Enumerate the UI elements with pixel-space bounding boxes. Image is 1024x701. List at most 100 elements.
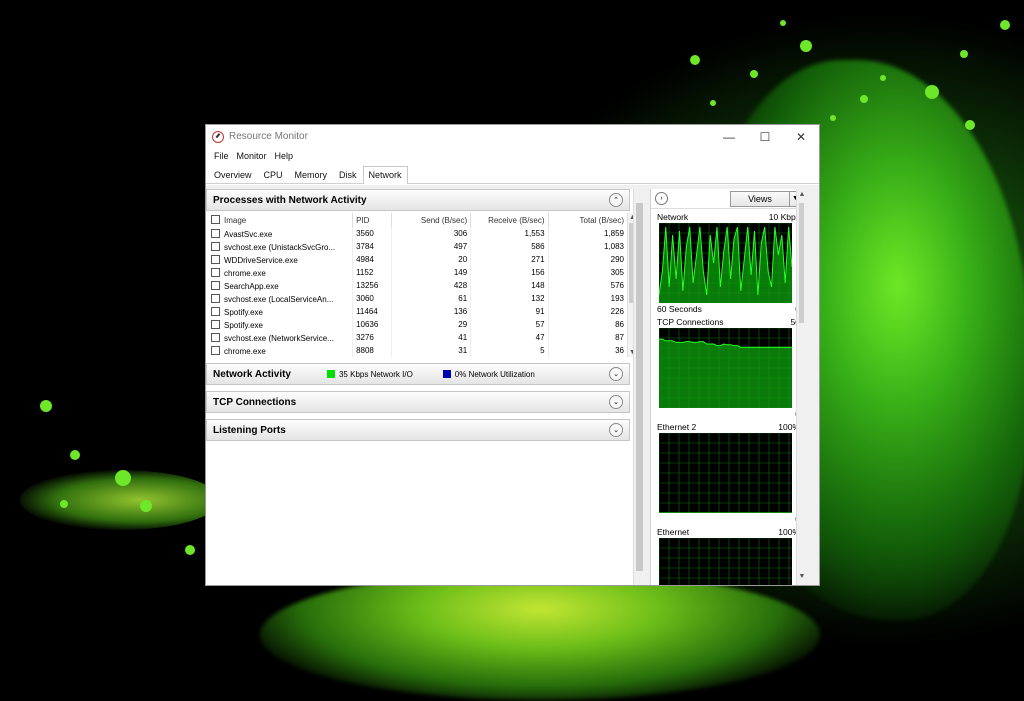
table-row[interactable]: WDDriveService.exe 4984 20 271 290 [208, 253, 629, 266]
graph-title: Network [657, 211, 689, 222]
cell-send: 497 [391, 240, 472, 253]
graph-area [659, 339, 792, 408]
network-activity-section-header[interactable]: Network Activity 35 Kbps Network I/O 0% … [206, 363, 630, 385]
cell-receive: 148 [470, 279, 549, 292]
expand-right-icon[interactable]: › [655, 192, 668, 205]
table-row[interactable]: Spotify.exe 11464 136 91 226 [208, 305, 629, 318]
column-total[interactable]: Total (B/sec) [548, 213, 629, 227]
row-checkbox[interactable] [211, 241, 220, 251]
cell-send: 29 [391, 318, 472, 331]
background-droplet [140, 500, 152, 512]
select-all-checkbox[interactable] [211, 215, 220, 224]
table-row[interactable]: svchost.exe (UnistackSvcGro... 3784 497 586… [208, 240, 629, 253]
cell-send: 41 [391, 331, 472, 344]
row-checkbox[interactable] [211, 319, 220, 329]
resource-monitor-window: Resource Monitor — ☐ ✕ File Monitor Help… [205, 124, 820, 586]
graph-title: TCP Connections [657, 316, 724, 327]
scroll-down-icon[interactable]: ▼ [797, 573, 807, 583]
column-pid[interactable]: PID [352, 213, 392, 227]
tab-cpu[interactable]: CPU [258, 166, 289, 183]
tab-overview[interactable]: Overview [208, 166, 258, 183]
section-title: Listening Ports [213, 424, 286, 436]
minimize-button[interactable]: — [711, 125, 747, 148]
menu-file[interactable]: File [210, 151, 233, 161]
table-row[interactable]: svchost.exe (NetworkService... 3276 41 47 87 [208, 331, 629, 344]
collapse-up-icon[interactable]: ⌃ [609, 193, 623, 207]
graph-title: Ethernet 2 [657, 421, 697, 432]
row-checkbox[interactable] [211, 280, 220, 290]
table-row[interactable]: SearchApp.exe 13256 428 148 576 [208, 279, 629, 292]
background-droplet [115, 470, 131, 486]
listening-ports-section-header[interactable]: Listening Ports ⌄ [206, 419, 630, 441]
row-checkbox[interactable] [211, 293, 220, 303]
cell-total: 86 [548, 318, 629, 331]
views-dropdown[interactable]: Views ▼ [730, 190, 802, 207]
row-checkbox[interactable] [211, 306, 220, 316]
title-bar[interactable]: Resource Monitor — ☐ ✕ [206, 125, 819, 148]
graphs-scrollbar[interactable]: ▲ ▼ [796, 189, 806, 585]
tcp-connections-section-header[interactable]: TCP Connections ⌄ [206, 391, 630, 413]
background-droplet [960, 50, 968, 58]
graph-time-span: 60 Seconds [657, 303, 702, 314]
background-droplet [780, 20, 786, 26]
expand-down-icon[interactable]: ⌄ [609, 395, 623, 409]
cell-pid: 10636 [352, 318, 392, 331]
background-droplet [70, 450, 80, 460]
menu-monitor[interactable]: Monitor [233, 151, 271, 161]
graph-canvas [659, 538, 792, 585]
graph-svg [659, 223, 792, 303]
cell-total: 226 [548, 305, 629, 318]
expand-down-icon[interactable]: ⌄ [609, 423, 623, 437]
table-row[interactable]: svchost.exe (LocalServiceAn... 3060 61 132 1… [208, 292, 629, 305]
processes-table: Image PID Send (B/sec) Receive (B/sec) T… [208, 213, 629, 357]
background-droplet [965, 120, 975, 130]
cell-send: 306 [391, 227, 472, 240]
graph-header: Network 10 Kbps [657, 211, 800, 222]
table-row[interactable]: AvastSvc.exe 3560 306 1,553 1,859 [208, 227, 629, 240]
graph-svg [659, 433, 792, 513]
cell-image: svchost.exe (UnistackSvcGro... [208, 240, 354, 253]
cell-send: 136 [391, 305, 472, 318]
cell-send: 61 [391, 292, 472, 305]
scroll-up-icon[interactable]: ▲ [797, 191, 807, 201]
cell-receive: 586 [470, 240, 549, 253]
close-button[interactable]: ✕ [783, 125, 819, 148]
cell-pid: 13256 [352, 279, 392, 292]
graph-canvas [659, 223, 792, 303]
cell-send: 31 [391, 344, 472, 357]
tab-bar: Overview CPU Memory Disk Network [206, 163, 819, 184]
background-droplet [690, 55, 700, 65]
processes-section-header[interactable]: Processes with Network Activity ⌃ [206, 189, 630, 211]
tab-disk[interactable]: Disk [333, 166, 363, 183]
table-row[interactable]: Spotify.exe 10636 29 57 86 [208, 318, 629, 331]
graph-header: Ethernet 2 100% [657, 421, 800, 432]
background-droplet [60, 500, 68, 508]
graph-header: Ethernet 100% [657, 526, 800, 537]
cell-image: WDDriveService.exe [208, 253, 354, 266]
row-checkbox[interactable] [211, 332, 220, 342]
scroll-thumb[interactable] [799, 203, 804, 323]
column-receive[interactable]: Receive (B/sec) [470, 213, 549, 227]
menu-help[interactable]: Help [271, 151, 298, 161]
tab-network[interactable]: Network [362, 166, 408, 184]
column-send[interactable]: Send (B/sec) [391, 213, 472, 227]
graph-footer: 0 [657, 513, 800, 524]
scroll-thumb[interactable] [636, 203, 643, 571]
background-droplet [40, 400, 52, 412]
row-checkbox[interactable] [211, 345, 220, 355]
maximize-button[interactable]: ☐ [747, 125, 783, 148]
row-checkbox[interactable] [211, 254, 220, 264]
tab-memory[interactable]: Memory [289, 166, 334, 183]
network-tab-content: Processes with Network Activity ⌃ Image … [206, 185, 819, 585]
table-row[interactable]: chrome.exe 1152 149 156 305 [208, 266, 629, 279]
cell-receive: 132 [470, 292, 549, 305]
graph-footer: 60 Seconds0 [657, 303, 800, 314]
row-checkbox[interactable] [211, 228, 220, 238]
table-row[interactable]: chrome.exe 8808 31 5 36 [208, 344, 629, 357]
column-image[interactable]: Image [208, 213, 354, 227]
row-checkbox[interactable] [211, 267, 220, 277]
expand-down-icon[interactable]: ⌄ [609, 367, 623, 381]
left-pane-scrollbar[interactable] [633, 189, 645, 585]
legend-network-utilization: 0% Network Utilization [442, 370, 535, 379]
graph-block: Ethernet 2100% 0 [651, 419, 806, 524]
